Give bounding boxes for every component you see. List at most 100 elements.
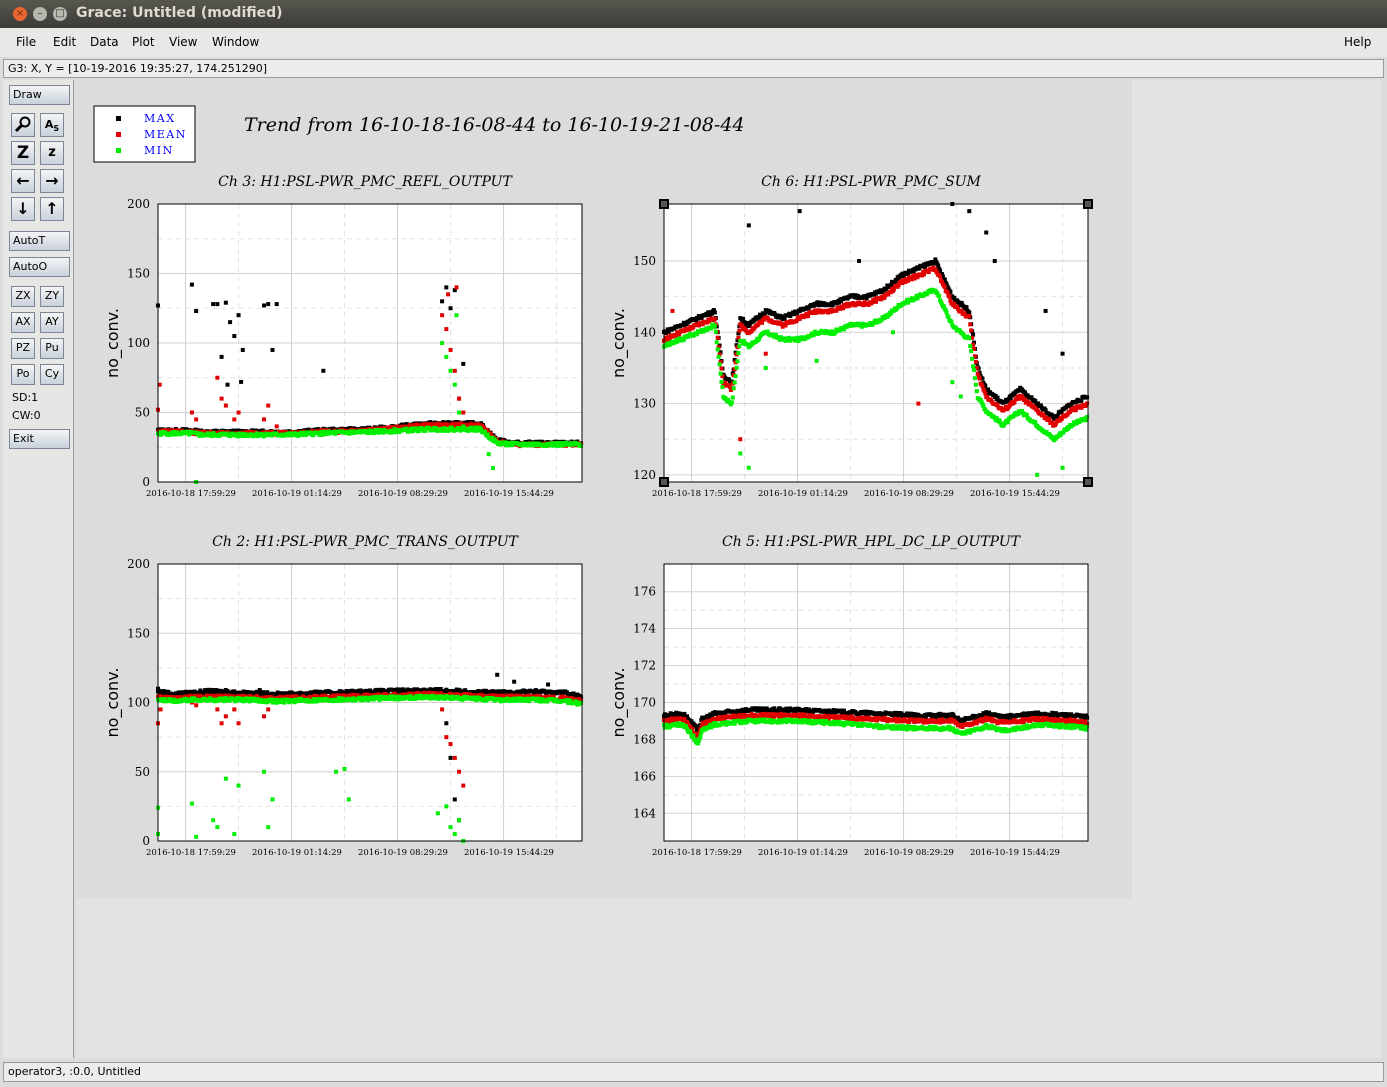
y-tick-label: 170 [633, 696, 656, 710]
y-tick-label: 0 [142, 475, 150, 489]
data-point [444, 285, 449, 290]
data-point [232, 334, 237, 339]
data-point [967, 310, 972, 315]
y-tick-label: 120 [633, 468, 656, 482]
trend-plots[interactable]: Trend from 16-10-18-16-08-44 to 16-10-19… [0, 0, 1387, 1087]
data-point [720, 385, 725, 390]
data-point [232, 707, 237, 712]
data-point [219, 721, 224, 726]
y-tick-label: 176 [633, 585, 656, 599]
panel-title: Ch 6: H1:PSL-PWR_PMC_SUM [761, 174, 981, 190]
plot-area [664, 204, 1088, 482]
data-point [321, 368, 326, 373]
data-point [971, 367, 976, 372]
data-point [454, 285, 459, 290]
data-point [729, 400, 734, 405]
data-point [228, 320, 233, 325]
data-point [219, 354, 224, 359]
data-point [733, 374, 738, 379]
legend-marker [116, 116, 121, 121]
data-point [266, 302, 271, 307]
data-point [232, 417, 237, 422]
y-tick-label: 100 [127, 696, 150, 710]
y-tick-label: 150 [127, 267, 150, 281]
y-tick-label: 200 [127, 197, 150, 211]
data-point [715, 347, 720, 352]
data-point [194, 703, 199, 708]
data-point [266, 825, 271, 830]
x-tick-label: 2016-10-19 08:29:29 [358, 489, 448, 499]
data-point [457, 410, 462, 415]
x-tick-label: 2016-10-19 01:14:29 [252, 489, 342, 499]
data-point [937, 294, 942, 299]
legend-label: MIN [144, 144, 174, 157]
data-point [194, 834, 199, 839]
data-point [732, 380, 737, 385]
data-point [737, 344, 742, 349]
panel-title: Ch 2: H1:PSL-PWR_PMC_TRANS_OUTPUT [212, 534, 519, 550]
data-point [215, 707, 220, 712]
data-point [262, 714, 266, 719]
y-axis-label: no_conv. [103, 308, 123, 378]
legend-label: MEAN [144, 128, 187, 141]
data-point [736, 350, 741, 355]
data-point [712, 323, 717, 328]
data-point [444, 804, 449, 809]
data-point [189, 282, 194, 287]
data-point [236, 721, 241, 726]
data-point [490, 466, 495, 471]
y-tick-label: 200 [127, 557, 150, 571]
y-tick-label: 0 [142, 834, 150, 848]
data-point [719, 379, 724, 384]
y-tick-label: 174 [633, 622, 656, 636]
data-point [215, 825, 220, 830]
data-point [983, 391, 988, 396]
data-point [717, 362, 722, 367]
data-point [223, 714, 228, 719]
data-point [262, 303, 266, 308]
data-point [457, 396, 462, 401]
data-point [992, 259, 997, 264]
x-tick-label: 2016-10-19 15:44:29 [464, 848, 554, 858]
data-point [1035, 472, 1040, 477]
data-point [958, 394, 963, 399]
data-point [944, 310, 949, 315]
data-point [448, 755, 453, 760]
data-point [435, 811, 440, 816]
y-tick-label: 166 [633, 769, 656, 783]
y-tick-label: 150 [633, 254, 656, 268]
data-point [346, 797, 351, 802]
data-point [970, 356, 975, 361]
y-tick-label: 130 [633, 397, 656, 411]
x-tick-label: 2016-10-19 15:44:29 [970, 489, 1060, 499]
data-point [763, 351, 768, 356]
data-point [972, 376, 977, 381]
x-tick-label: 2016-10-19 01:14:29 [252, 848, 342, 858]
data-point [457, 818, 462, 823]
y-axis-label: no_conv. [609, 308, 629, 378]
data-point [215, 302, 220, 307]
x-tick-label: 2016-10-19 08:29:29 [864, 489, 954, 499]
data-point [495, 672, 500, 677]
data-point [239, 379, 244, 384]
data-point [211, 818, 216, 823]
data-point [194, 309, 199, 314]
x-tick-label: 2016-10-18 17:59:29 [652, 489, 742, 499]
x-tick-label: 2016-10-18 17:59:29 [146, 848, 236, 858]
data-point [219, 396, 224, 401]
data-point [738, 437, 743, 442]
data-point [236, 783, 241, 788]
y-tick-label: 172 [633, 659, 656, 673]
data-point [712, 310, 717, 315]
data-point [746, 223, 751, 228]
data-point [974, 389, 979, 394]
data-point [158, 707, 163, 712]
data-point [971, 364, 976, 369]
data-point [452, 755, 457, 760]
data-point [452, 832, 457, 837]
data-point [257, 688, 262, 693]
data-point [712, 316, 717, 321]
data-point [448, 306, 453, 311]
data-point [969, 349, 974, 354]
data-point [452, 368, 457, 373]
